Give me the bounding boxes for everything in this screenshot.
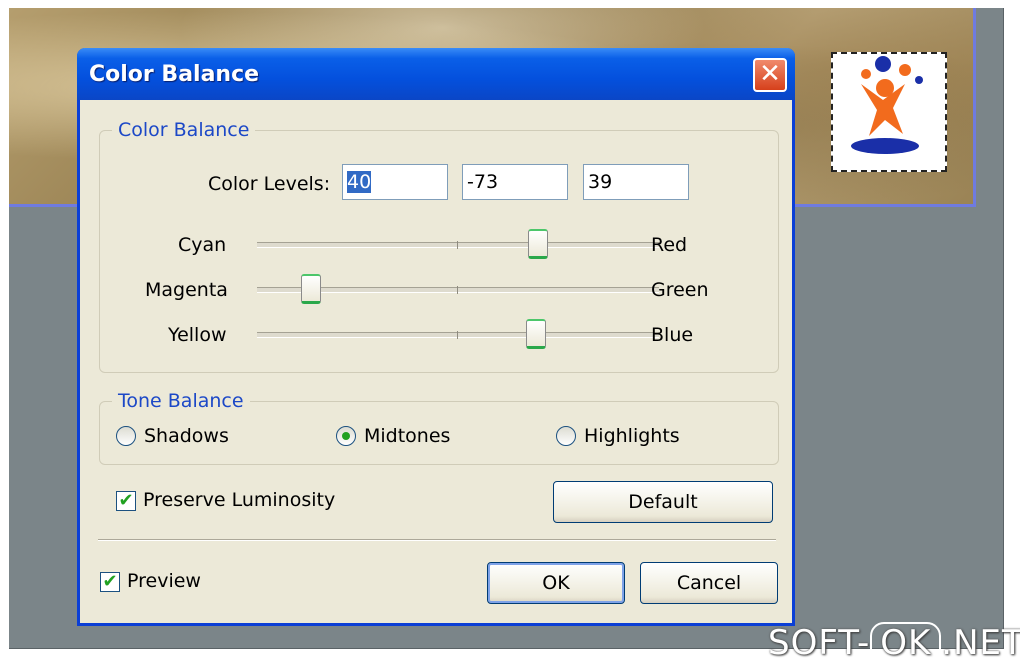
cyan-red-slider-center-tick <box>457 241 458 249</box>
tone-balance-group: Tone Balance Shadows Midtones Highlights <box>99 390 779 465</box>
cyan-red-slider-thumb[interactable] <box>528 229 549 259</box>
yellow-blue-slider-track[interactable] <box>257 332 659 338</box>
shadows-radio[interactable] <box>116 426 136 446</box>
magenta-label: Magenta <box>145 279 228 301</box>
highlights-label[interactable]: Highlights <box>584 425 680 447</box>
color-levels-label: Color Levels: <box>208 173 331 195</box>
cyan-red-slider-track[interactable] <box>257 242 659 248</box>
magenta-green-slider-thumb[interactable] <box>301 274 322 304</box>
close-button[interactable]: ✕ <box>753 58 787 92</box>
logo-figure-icon <box>851 56 923 154</box>
shadows-label[interactable]: Shadows <box>144 425 229 447</box>
preview-checkbox[interactable]: ✔ <box>100 572 120 592</box>
preserve-luminosity-label[interactable]: Preserve Luminosity <box>143 489 335 511</box>
dialog-separator <box>98 539 776 541</box>
dialog-titlebar[interactable]: Color Balance ✕ <box>77 48 795 100</box>
preserve-luminosity-check-icon: ✔ <box>118 490 134 511</box>
close-icon: ✕ <box>759 59 781 89</box>
preview-check-icon: ✔ <box>102 571 118 592</box>
dialog-title: Color Balance <box>89 62 260 87</box>
color-balance-group-title: Color Balance <box>112 119 256 141</box>
preserve-luminosity-checkbox[interactable]: ✔ <box>116 491 136 511</box>
yellow-blue-slider-center-tick <box>457 331 458 339</box>
highlights-radio[interactable] <box>556 426 576 446</box>
blue-label: Blue <box>651 324 694 346</box>
ok-button[interactable]: OK <box>487 562 625 604</box>
midtones-label[interactable]: Midtones <box>364 425 450 447</box>
midtones-radio[interactable] <box>336 426 356 446</box>
color-level-2-input[interactable]: -73 <box>462 164 568 200</box>
watermark-part-3: .NET <box>941 623 1020 663</box>
cancel-button[interactable]: Cancel <box>640 562 778 604</box>
watermark-part-1: SOFT- <box>768 623 871 663</box>
magenta-green-slider-center-tick <box>457 286 458 294</box>
cyan-label: Cyan <box>178 234 227 256</box>
yellow-blue-slider-thumb[interactable] <box>526 319 547 349</box>
logo-thumbnail <box>831 52 947 172</box>
preview-label[interactable]: Preview <box>127 570 201 592</box>
yellow-label: Yellow <box>168 324 227 346</box>
color-level-3-input[interactable]: 39 <box>583 164 689 200</box>
color-level-3-value: 39 <box>588 171 613 193</box>
color-balance-dialog: Color Balance ✕ Color Balance Color Leve… <box>77 48 795 626</box>
red-label: Red <box>651 234 688 256</box>
color-balance-group: Color Balance Color Levels: 40 -73 39 Cy… <box>99 119 779 373</box>
tone-balance-group-title: Tone Balance <box>112 390 250 412</box>
color-level-1-value: 40 <box>347 171 372 193</box>
color-level-1-input[interactable]: 40 <box>342 164 448 200</box>
watermark-part-2: OK <box>870 622 942 664</box>
color-level-2-value: -73 <box>467 171 499 193</box>
default-button[interactable]: Default <box>553 481 773 523</box>
watermark: SOFT- OK .NET <box>768 622 1020 664</box>
green-label: Green <box>651 279 709 301</box>
